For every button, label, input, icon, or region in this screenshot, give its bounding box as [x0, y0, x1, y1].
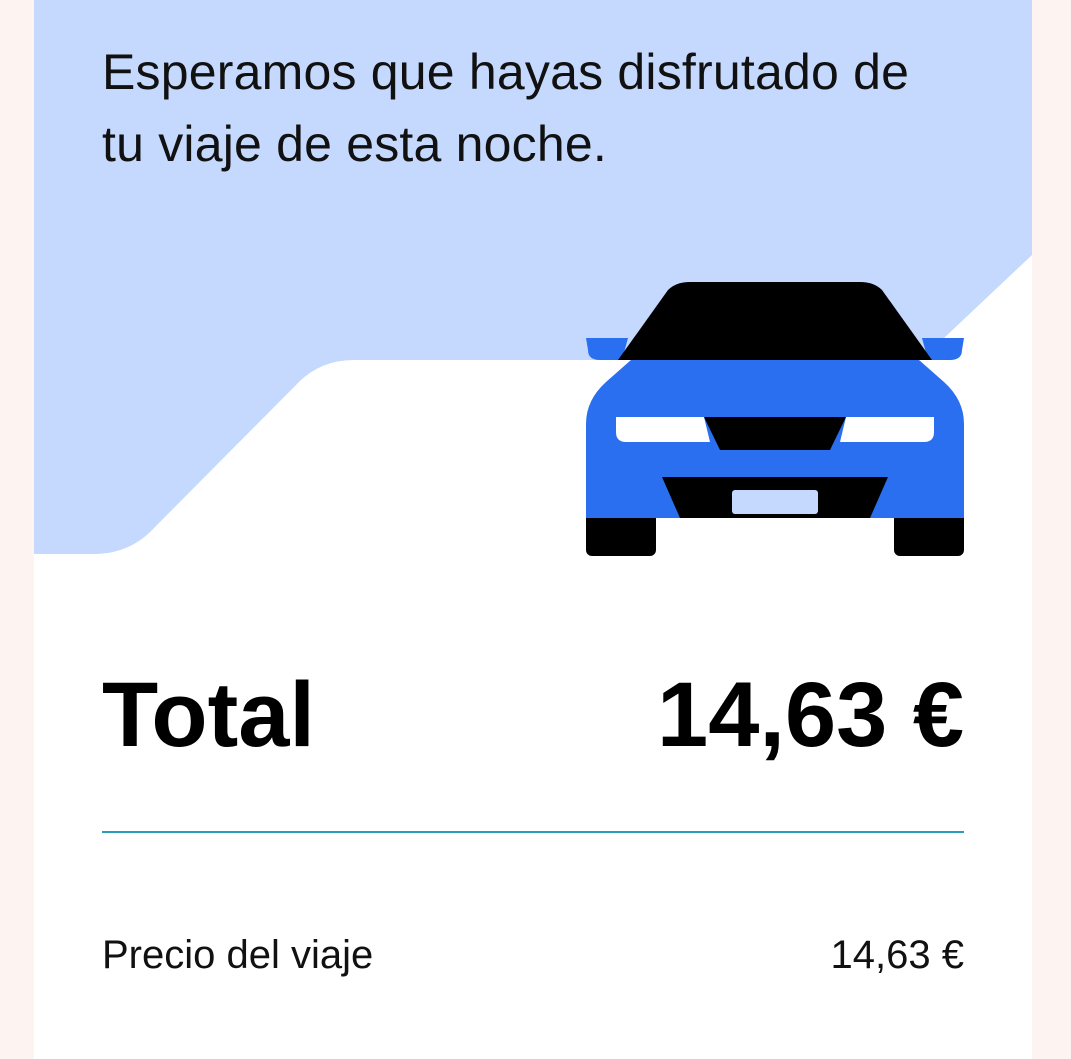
car-front-icon [586, 282, 964, 556]
receipt-card: Esperamos que hayas disfrutado de tu via… [34, 0, 1032, 1059]
line-item-trip-price: Precio del viaje 14,63 € [102, 928, 964, 982]
headline: Esperamos que hayas disfrutado de tu via… [102, 44, 910, 172]
total-amount: 14,63 € [657, 664, 964, 766]
line-item-value: 14,63 € [830, 933, 964, 977]
line-item-label: Precio del viaje [102, 933, 374, 977]
total-label: Total [102, 664, 315, 766]
total-row: Total 14,63 € [102, 660, 964, 770]
divider [102, 831, 964, 833]
